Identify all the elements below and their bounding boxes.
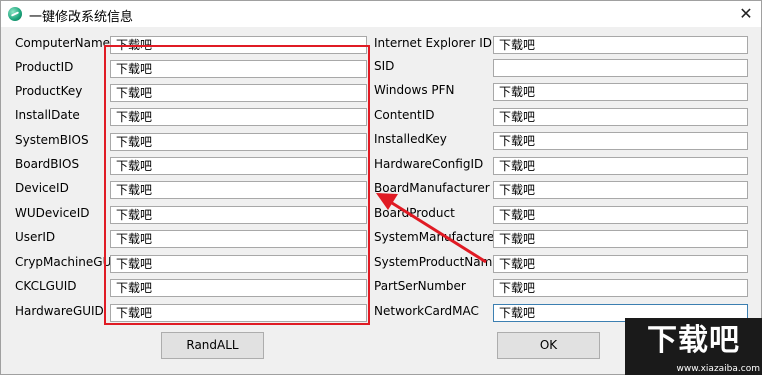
watermark-url: www.xiazaiba.com — [625, 363, 762, 375]
watermark-logo-text: 下载吧 — [625, 318, 762, 364]
watermark-logo: 下载吧 www.xiazaiba.com — [625, 318, 762, 375]
